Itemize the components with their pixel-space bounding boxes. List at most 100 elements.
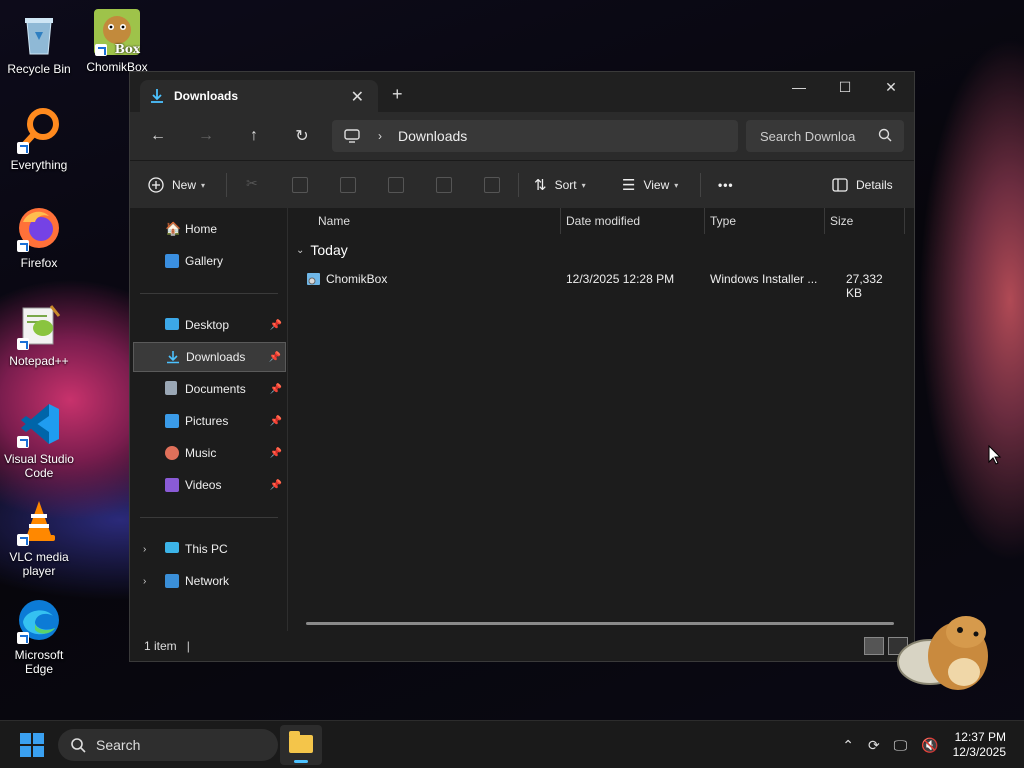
column-divider[interactable] <box>904 208 905 234</box>
new-label: New <box>172 178 197 192</box>
desktop-icon-recycle-bin[interactable]: Recycle Bin <box>0 10 78 76</box>
sidebar-item-music[interactable]: Music 📌 <box>133 438 286 468</box>
chevron-right-icon[interactable]: › <box>378 129 382 143</box>
sidebar-item-home[interactable]: 🏠 Home <box>133 214 286 244</box>
pin-icon[interactable]: 📌 <box>270 448 282 459</box>
column-divider[interactable] <box>704 208 705 234</box>
breadcrumb[interactable]: Downloads <box>398 128 467 144</box>
delete-icon[interactable] <box>484 177 500 193</box>
desktop-icon-edge[interactable]: Microsoft Edge <box>0 596 78 676</box>
column-divider[interactable] <box>560 208 561 234</box>
refresh-icon[interactable]: ↻ <box>278 126 326 146</box>
chomikbox-icon: Box <box>93 8 141 56</box>
chevron-right-icon[interactable]: › <box>143 576 146 587</box>
more-options-button[interactable]: ••• <box>718 161 734 209</box>
windows-logo-icon <box>33 733 44 744</box>
tab-close-button[interactable]: ✕ <box>351 87 364 107</box>
copy-icon[interactable] <box>292 177 308 193</box>
column-date-modified[interactable]: Date modified <box>566 214 640 228</box>
start-button[interactable] <box>20 733 44 757</box>
column-type[interactable]: Type <box>710 214 736 228</box>
sidebar-item-pictures[interactable]: Pictures 📌 <box>133 406 286 436</box>
pin-icon[interactable]: 📌 <box>270 480 282 491</box>
sidebar-item-documents[interactable]: Documents 📌 <box>133 374 286 404</box>
details-view-button[interactable] <box>864 637 884 655</box>
chevron-down-icon[interactable]: ⌄ <box>296 245 304 256</box>
sidebar-item-label: This PC <box>185 542 228 556</box>
network-tray-icon[interactable]: 🖵 <box>894 737 908 754</box>
column-divider[interactable] <box>824 208 825 234</box>
desktop-icon-label: Firefox <box>20 256 58 270</box>
file-explorer-window: Downloads ✕ + — ☐ ✕ ← → ↑ ↻ › Downloads … <box>129 71 915 662</box>
back-arrow-icon[interactable]: ← <box>134 127 182 145</box>
forward-arrow-icon[interactable]: → <box>182 127 230 145</box>
sidebar-item-this-pc[interactable]: › This PC <box>133 534 286 564</box>
new-tab-button[interactable]: + <box>392 84 403 105</box>
file-date: 12/3/2025 12:28 PM <box>566 272 675 286</box>
file-list[interactable]: Name Date modified Type Size ⌄ Today Cho… <box>288 208 914 631</box>
desktop-icon-everything[interactable]: Everything <box>0 106 78 172</box>
chevron-down-icon: ▾ <box>581 180 586 190</box>
column-size[interactable]: Size <box>830 214 853 228</box>
clock[interactable]: 12:37 PM 12/3/2025 <box>953 730 1006 760</box>
documents-icon <box>165 381 177 395</box>
sidebar-item-network[interactable]: › Network <box>133 566 286 596</box>
shortcut-arrow-icon <box>17 534 29 546</box>
pin-icon[interactable]: 📌 <box>270 416 282 427</box>
paste-icon[interactable] <box>340 177 356 193</box>
music-icon <box>165 446 179 460</box>
column-name[interactable]: Name <box>318 214 350 228</box>
sort-button[interactable]: ⇅ Sort ▾ <box>534 161 586 209</box>
close-button[interactable]: ✕ <box>868 72 914 102</box>
everything-icon <box>15 106 63 154</box>
rename-icon[interactable] <box>388 177 404 193</box>
desktop-icon-vlc[interactable]: VLC media player <box>0 498 78 578</box>
videos-icon <box>165 478 179 492</box>
view-button[interactable]: ☰ View ▾ <box>622 161 678 209</box>
sidebar-separator <box>140 517 278 518</box>
column-headers: Name Date modified Type Size <box>288 208 914 234</box>
desktop-icon-chomikbox[interactable]: Box ChomikBox <box>78 8 156 74</box>
sidebar-item-videos[interactable]: Videos 📌 <box>133 470 286 500</box>
chevron-right-icon[interactable]: › <box>143 544 146 555</box>
pin-icon[interactable]: 📌 <box>270 320 282 331</box>
share-icon[interactable] <box>436 177 452 193</box>
pin-icon[interactable]: 📌 <box>270 384 282 395</box>
table-row[interactable]: ChomikBox 12/3/2025 12:28 PM Windows Ins… <box>300 268 902 300</box>
minimize-button[interactable]: — <box>776 72 822 102</box>
up-arrow-icon[interactable]: ↑ <box>230 127 278 145</box>
toolbar-divider <box>518 173 519 197</box>
details-label: Details <box>856 178 893 192</box>
maximize-button[interactable]: ☐ <box>822 72 868 102</box>
search-input[interactable]: Search Downloa <box>746 120 904 152</box>
chevron-down-icon: ▾ <box>201 180 206 190</box>
command-bar: New ▾ ✂ ⇅ Sort ▾ ☰ View ▾ ••• Details <box>130 160 914 208</box>
cut-icon[interactable]: ✂ <box>246 175 262 191</box>
group-header-today[interactable]: ⌄ Today <box>296 242 348 258</box>
taskbar-search-box[interactable]: Search <box>58 729 278 761</box>
sidebar-item-desktop[interactable]: Desktop 📌 <box>133 310 286 340</box>
volume-muted-icon[interactable]: 🔇 <box>921 737 938 754</box>
sidebar-item-downloads[interactable]: Downloads 📌 <box>133 342 286 372</box>
title-bar[interactable]: Downloads ✕ + — ☐ ✕ <box>130 72 914 112</box>
address-bar[interactable]: › Downloads <box>332 120 738 152</box>
sidebar-item-label: Pictures <box>185 414 229 428</box>
tab-downloads[interactable]: Downloads ✕ <box>140 80 378 112</box>
desktop-icon-vscode[interactable]: Visual Studio Code <box>0 400 78 480</box>
tab-title: Downloads <box>174 89 239 103</box>
notepad-plus-plus-icon <box>15 302 63 350</box>
sidebar-item-gallery[interactable]: Gallery <box>133 246 286 276</box>
pin-icon[interactable]: 📌 <box>269 352 281 363</box>
horizontal-scrollbar[interactable] <box>306 622 894 625</box>
vlc-cone-icon <box>15 498 63 546</box>
desktop-icon-firefox[interactable]: Firefox <box>0 204 78 270</box>
sync-icon[interactable]: ⟳ <box>868 737 880 754</box>
details-pane-button[interactable]: Details <box>832 161 893 209</box>
installer-file-icon <box>307 273 320 285</box>
desktop-icon-notepad-plus-plus[interactable]: Notepad++ <box>0 302 78 368</box>
chomikbox-badge: Box <box>114 42 140 56</box>
desktop-icon-label: Everything <box>10 158 68 172</box>
new-button[interactable]: New ▾ <box>148 161 205 209</box>
chevron-up-icon[interactable]: ⌃ <box>842 737 854 754</box>
taskbar-file-explorer[interactable] <box>280 725 322 765</box>
